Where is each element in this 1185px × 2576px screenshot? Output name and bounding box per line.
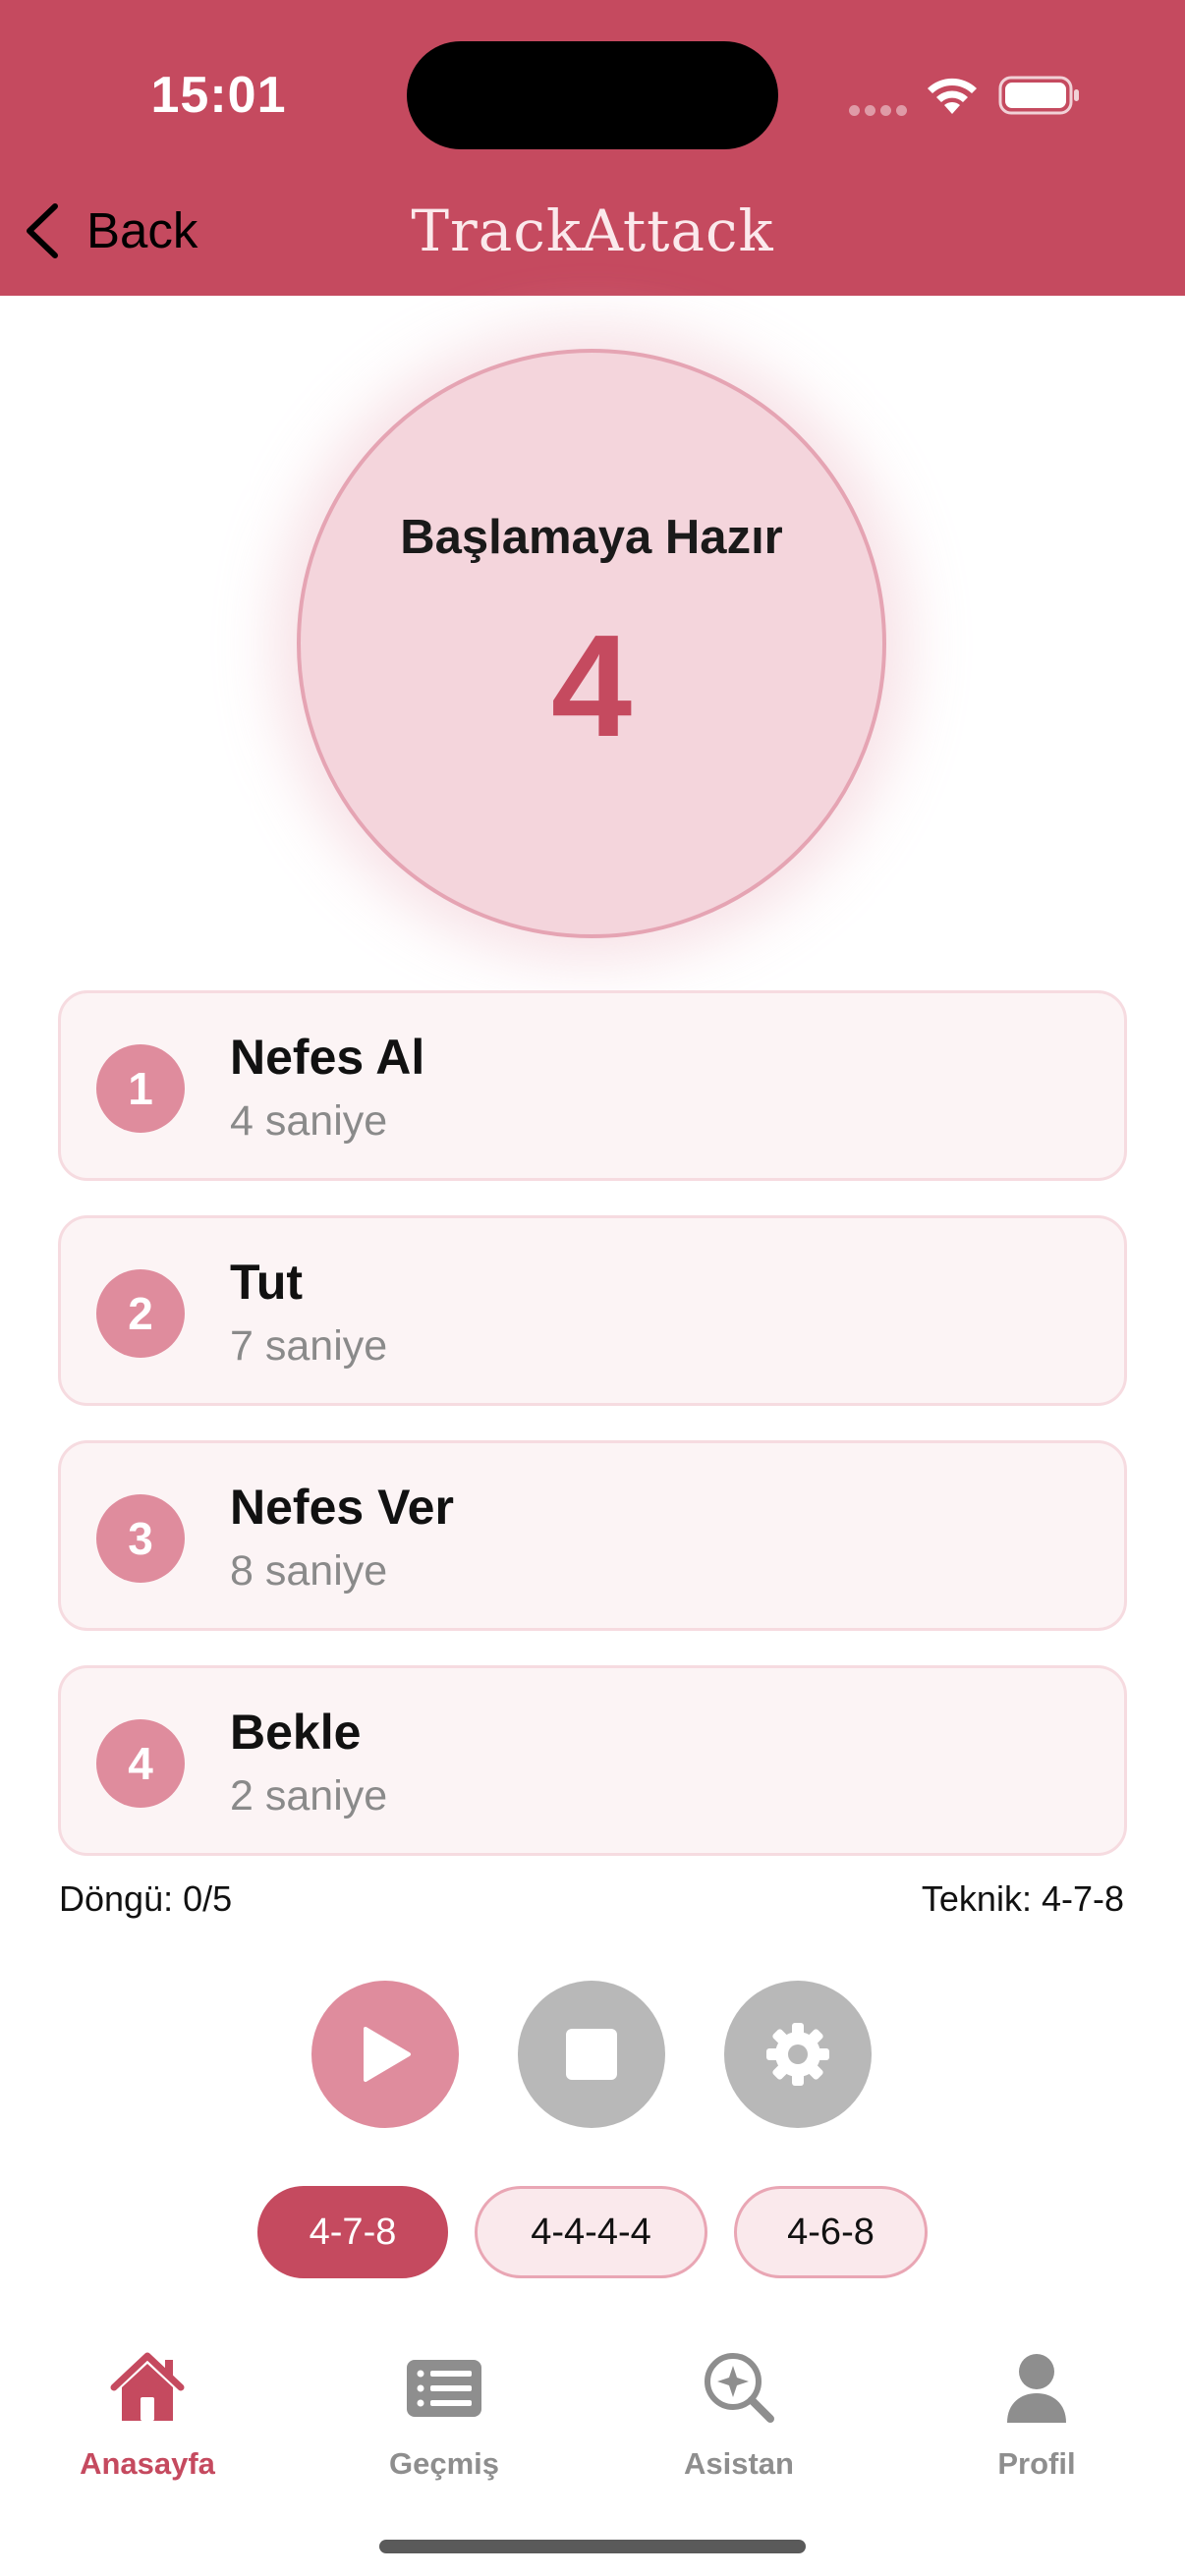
step-duration: 7 saniye — [230, 1322, 388, 1370]
tab-label: Anasayfa — [80, 2446, 215, 2481]
back-label: Back — [86, 202, 198, 258]
step-duration: 2 saniye — [230, 1772, 388, 1820]
step-number: 2 — [96, 1269, 185, 1358]
tab-label: Profil — [997, 2446, 1076, 2481]
tab-history[interactable]: Geçmiş — [326, 2338, 562, 2486]
play-icon — [364, 2027, 411, 2082]
step-title: Nefes Ver — [230, 1480, 454, 1535]
stop-button[interactable] — [518, 1981, 665, 2128]
phase-label: Başlamaya Hazır — [400, 511, 783, 564]
step-card-exhale: 3 Nefes Ver 8 saniye — [58, 1440, 1127, 1631]
tab-home[interactable]: Anasayfa — [29, 2338, 265, 2486]
step-card-hold: 2 Tut 7 saniye — [58, 1215, 1127, 1406]
back-button[interactable]: Back — [20, 192, 216, 270]
step-number: 3 — [96, 1494, 185, 1583]
technique-chip-4-6-8[interactable]: 4-6-8 — [734, 2186, 928, 2278]
technique-chip-4-4-4-4[interactable]: 4-4-4-4 — [475, 2186, 707, 2278]
step-duration: 4 saniye — [230, 1097, 388, 1145]
step-title: Bekle — [230, 1705, 362, 1760]
app-screen: 15:01 Back TrackAttack Başlamaya Hazır 4 — [0, 0, 1185, 2576]
phase-count: 4 — [550, 605, 633, 767]
step-card-inhale: 1 Nefes Al 4 saniye — [58, 990, 1127, 1181]
gear-icon — [766, 2023, 829, 2086]
header-bar: 15:01 Back TrackAttack — [0, 0, 1185, 296]
step-duration: 8 saniye — [230, 1547, 388, 1595]
dynamic-island — [407, 41, 778, 149]
sparkle-search-icon — [705, 2353, 774, 2423]
play-button[interactable] — [311, 1981, 459, 2128]
tab-label: Asistan — [684, 2446, 794, 2481]
step-title: Nefes Al — [230, 1030, 425, 1085]
home-indicator — [379, 2540, 806, 2553]
step-number: 1 — [96, 1044, 185, 1133]
person-icon — [1007, 2354, 1066, 2423]
breathing-circle: Başlamaya Hazır 4 — [297, 349, 886, 938]
settings-button[interactable] — [724, 1981, 872, 2128]
technique-chip-4-7-8[interactable]: 4-7-8 — [257, 2186, 448, 2278]
step-number: 4 — [96, 1719, 185, 1808]
tab-profile[interactable]: Profil — [919, 2338, 1155, 2486]
chevron-left-icon — [27, 203, 58, 258]
cycle-counter: Döngü: 0/5 — [59, 1878, 233, 1919]
battery-icon — [998, 76, 1079, 115]
technique-label: Teknik: 4-7-8 — [921, 1878, 1124, 1919]
list-icon — [407, 2360, 481, 2417]
status-time: 15:01 — [150, 67, 287, 124]
tab-assistant[interactable]: Asistan — [621, 2338, 857, 2486]
tab-label: Geçmiş — [388, 2446, 499, 2481]
step-card-wait: 4 Bekle 2 saniye — [58, 1665, 1127, 1856]
home-icon — [110, 2352, 185, 2421]
wifi-icon — [928, 78, 977, 114]
step-title: Tut — [230, 1255, 304, 1310]
app-title: TrackAttack — [411, 197, 774, 264]
stop-icon — [566, 2029, 617, 2080]
signal-icon — [849, 105, 908, 117]
